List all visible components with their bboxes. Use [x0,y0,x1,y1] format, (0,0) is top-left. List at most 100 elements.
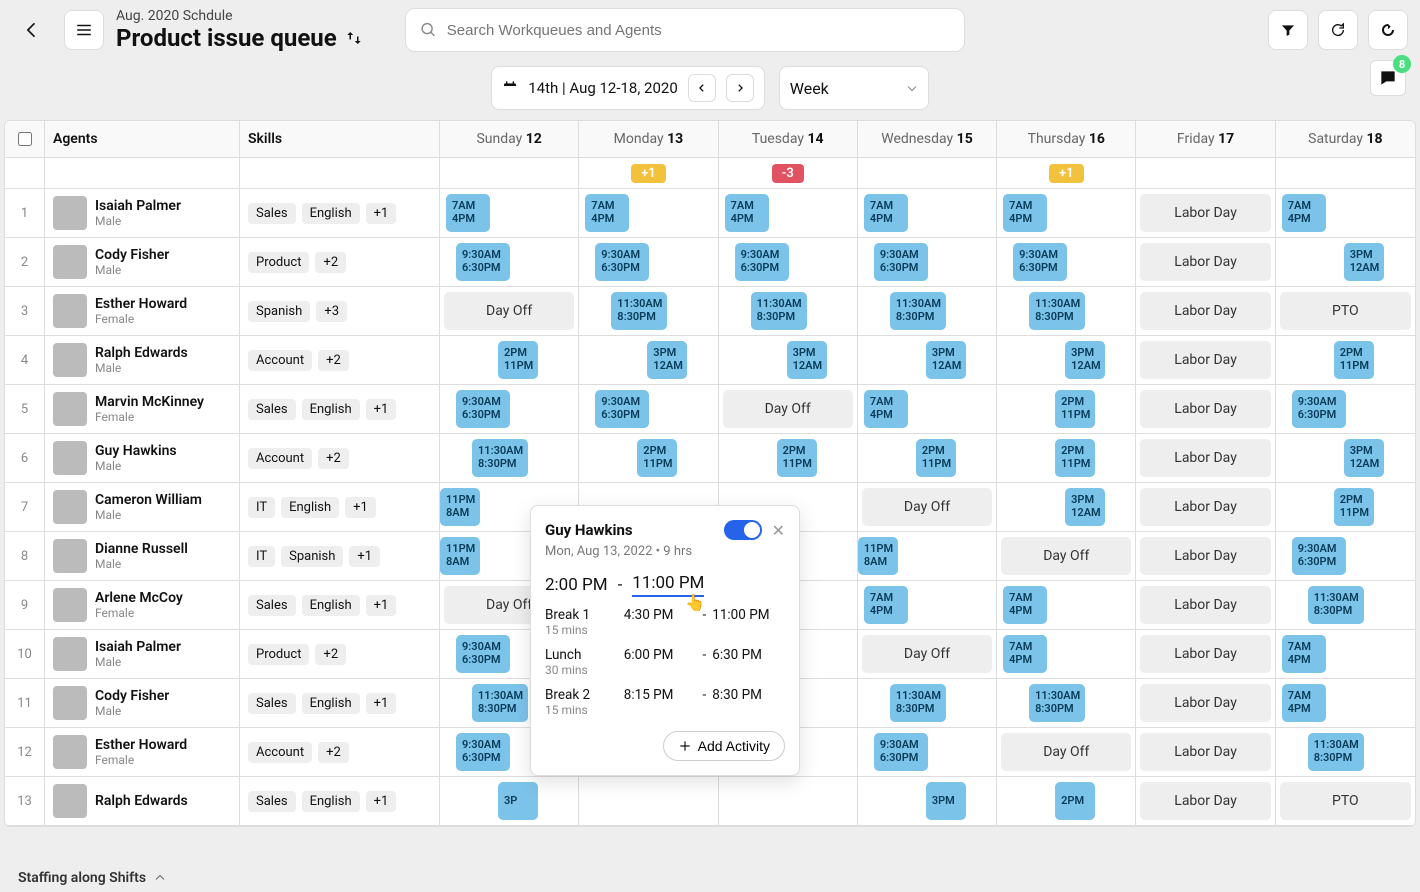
day-cell[interactable]: 7AM4PM [858,385,997,433]
shift-block[interactable]: 3PM12AM [1065,341,1105,379]
holiday-block[interactable]: Labor Day [1140,341,1270,379]
day-cell[interactable]: 2PM11PM [1276,336,1415,384]
day-cell[interactable]: 2PM11PM [440,336,579,384]
shift-block[interactable]: 11PM8AM [440,537,480,575]
shift-block[interactable]: 7AM4PM [585,194,629,232]
agent-cell[interactable]: Guy HawkinsMale [45,434,240,482]
shift-block[interactable]: 9:30AM6:30PM [456,390,510,428]
holiday-block[interactable]: PTO [1280,292,1411,330]
date-picker[interactable]: 14th | Aug 12-18, 2020 [491,66,765,110]
day-cell[interactable]: Day Off [719,385,858,433]
day-cell[interactable]: 11:30AM8:30PM [1276,728,1415,776]
agent-cell[interactable]: Marvin McKinneyFemale [45,385,240,433]
day-cell[interactable]: 2PM11PM [579,434,718,482]
shift-block[interactable]: 3PM12AM [926,341,966,379]
day-cell[interactable]: 7AM4PM [997,189,1136,237]
shift-block[interactable]: 7AM4PM [1282,635,1326,673]
back-button[interactable] [12,10,52,50]
day-cell[interactable]: Labor Day [1136,385,1275,433]
shift-block[interactable]: 2PM11PM [1055,439,1095,477]
day-cell[interactable]: Labor Day [1136,238,1275,286]
shift-block[interactable]: 9:30AM6:30PM [595,390,649,428]
shift-block[interactable]: 9:30AM6:30PM [456,635,510,673]
day-cell[interactable] [579,777,718,825]
view-select[interactable]: Week [779,66,929,110]
agent-cell[interactable]: Cody FisherMale [45,679,240,727]
shift-block[interactable]: 11PM8AM [440,488,480,526]
shift-block[interactable]: 7AM4PM [864,194,908,232]
menu-button[interactable] [64,10,104,50]
day-cell[interactable]: 2PM11PM [997,385,1136,433]
holiday-block[interactable]: Labor Day [1140,390,1270,428]
shift-block[interactable]: 9:30AM6:30PM [874,733,928,771]
day-cell[interactable]: 11:30AM8:30PM [719,287,858,335]
shift-block[interactable]: 11:30AM8:30PM [890,292,946,330]
shift-block[interactable]: 9:30AM6:30PM [1013,243,1067,281]
day-cell[interactable]: 9:30AM6:30PM [719,238,858,286]
day-cell[interactable]: 9:30AM6:30PM [858,728,997,776]
shift-block[interactable]: 9:30AM6:30PM [456,243,510,281]
dayoff-block[interactable]: Day Off [862,488,992,526]
start-time[interactable]: 2:00 PM [545,575,608,595]
day-cell[interactable]: Day Off [997,532,1136,580]
day-cell[interactable]: Day Off [440,287,579,335]
holiday-block[interactable]: Labor Day [1140,488,1270,526]
day-cell[interactable]: 7AM4PM [1276,630,1415,678]
agent-cell[interactable]: Isaiah PalmerMale [45,630,240,678]
publish-button[interactable] [1368,10,1408,50]
day-cell[interactable]: 2PM11PM [997,434,1136,482]
shift-block[interactable]: 3PM12AM [1344,243,1384,281]
agent-cell[interactable]: Dianne RussellMale [45,532,240,580]
search-box[interactable] [405,8,965,52]
dayoff-block[interactable]: Day Off [723,390,853,428]
day-cell[interactable]: 2PM11PM [858,434,997,482]
day-cell[interactable]: 7AM4PM [858,581,997,629]
day-cell[interactable]: 11PM8AM [858,532,997,580]
shift-block[interactable]: 11:30AM8:30PM [472,684,528,722]
shift-block[interactable]: 3PM12AM [647,341,687,379]
shift-block[interactable]: 3PM12AM [1065,488,1105,526]
shift-block[interactable]: 9:30AM6:30PM [1292,390,1346,428]
dayoff-block[interactable]: Day Off [1001,537,1131,575]
day-cell[interactable]: 11:30AM8:30PM [1276,581,1415,629]
day-cell[interactable]: Day Off [858,630,997,678]
shift-block[interactable]: 9:30AM6:30PM [735,243,789,281]
shift-block[interactable]: 11:30AM8:30PM [1029,684,1085,722]
shift-toggle[interactable] [724,520,762,540]
day-cell[interactable]: Labor Day [1136,581,1275,629]
day-cell[interactable]: 7AM4PM [1276,189,1415,237]
day-cell[interactable]: 9:30AM6:30PM [858,238,997,286]
shift-block[interactable]: 11:30AM8:30PM [751,292,807,330]
shift-block[interactable]: 11PM8AM [858,537,898,575]
day-cell[interactable]: 3PM12AM [1276,434,1415,482]
day-cell[interactable]: 3PM12AM [579,336,718,384]
messages-button[interactable]: 8 [1370,60,1406,96]
holiday-block[interactable]: Labor Day [1140,733,1270,771]
holiday-block[interactable]: Labor Day [1140,537,1270,575]
shift-block[interactable]: 3PM [926,782,966,820]
shift-block[interactable]: 11:30AM8:30PM [611,292,667,330]
shift-block[interactable]: 9:30AM6:30PM [595,243,649,281]
add-activity-button[interactable]: Add Activity [663,731,785,761]
dayoff-block[interactable]: Day Off [444,292,574,330]
day-cell[interactable]: 9:30AM6:30PM [997,238,1136,286]
next-week-button[interactable] [726,74,754,102]
shift-block[interactable]: 7AM4PM [1282,684,1326,722]
day-cell[interactable]: Labor Day [1136,189,1275,237]
shift-block[interactable]: 11:30AM8:30PM [1308,586,1364,624]
dayoff-block[interactable]: Day Off [862,635,992,673]
agent-cell[interactable]: Cameron WilliamMale [45,483,240,531]
day-cell[interactable]: 3PM12AM [997,336,1136,384]
shift-block[interactable]: 7AM4PM [446,194,490,232]
agent-cell[interactable]: Esther HowardFemale [45,728,240,776]
day-cell[interactable]: 2PM11PM [1276,483,1415,531]
day-cell[interactable]: 9:30AM6:30PM [579,238,718,286]
day-cell[interactable]: 11:30AM8:30PM [579,287,718,335]
day-cell[interactable]: 3PM12AM [997,483,1136,531]
holiday-block[interactable]: Labor Day [1140,243,1270,281]
agent-cell[interactable]: Esther HowardFemale [45,287,240,335]
filter-button[interactable] [1268,10,1308,50]
day-cell[interactable]: 7AM4PM [440,189,579,237]
shift-block[interactable]: 2PM11PM [1055,390,1095,428]
day-cell[interactable]: Labor Day [1136,434,1275,482]
